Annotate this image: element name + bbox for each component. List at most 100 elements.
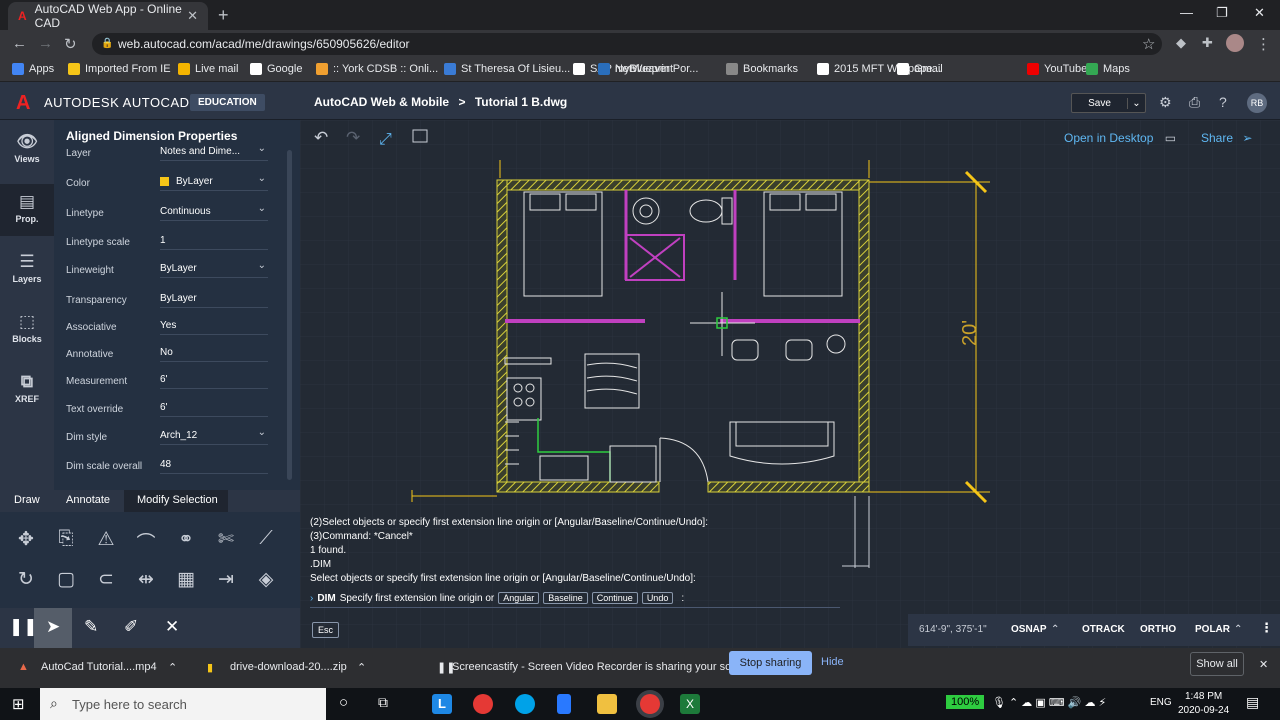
reload-icon[interactable]: ↻ <box>64 35 77 53</box>
new-tab-icon[interactable]: + <box>218 5 229 26</box>
rail-item-layers[interactable]: ☰ Layers <box>0 252 54 284</box>
show-all-button[interactable]: Show all <box>1190 652 1244 676</box>
download-item-zip[interactable]: drive-download-20....zip <box>230 661 347 673</box>
bookmark-0[interactable]: Apps <box>12 63 54 75</box>
pen-icon[interactable]: ✎ <box>84 617 98 637</box>
close-window-icon[interactable]: ✕ <box>1254 5 1265 21</box>
back-icon[interactable]: ← <box>12 35 27 52</box>
edge-icon[interactable] <box>515 694 535 714</box>
more-icon[interactable]: ⋮ <box>1260 620 1273 636</box>
extend-icon[interactable]: ⇥ <box>214 568 238 591</box>
prop-value-9[interactable]: 6' <box>160 402 268 417</box>
prop-value-2[interactable]: Continuous <box>160 203 268 221</box>
otrack-toggle[interactable]: OTRACK <box>1082 624 1125 635</box>
command-option-baseline[interactable]: Baseline <box>543 592 588 604</box>
document-icon[interactable] <box>557 694 571 714</box>
save-dropdown-icon[interactable]: ⌄ <box>1127 97 1145 109</box>
bookmark-4[interactable]: :: York CDSB :: Onli... <box>316 63 438 75</box>
battery-indicator[interactable]: 100% <box>946 695 985 709</box>
puzzle-icon[interactable]: ✚ <box>1202 35 1213 51</box>
breadcrumb-product[interactable]: AutoCAD Web & Mobile <box>314 95 449 109</box>
close-mode-icon[interactable]: ✕ <box>165 617 179 637</box>
bookmark-11[interactable]: YouTube <box>1027 63 1087 75</box>
move-icon[interactable]: ✥ <box>14 528 38 551</box>
share-button[interactable]: Share ➢ <box>1201 131 1252 145</box>
prop-value-1[interactable]: ByLayer <box>160 173 268 191</box>
prop-value-0[interactable]: Notes and Dime... <box>160 143 268 161</box>
maximize-icon[interactable]: ❐ <box>1216 5 1228 21</box>
prop-value-3[interactable]: 1 <box>160 235 268 250</box>
command-option-angular[interactable]: Angular <box>498 592 540 604</box>
esc-button[interactable]: Esc <box>312 622 340 638</box>
offset-curve-icon[interactable]: ⊂ <box>94 568 118 591</box>
stretch-icon[interactable]: ⇹ <box>134 568 158 591</box>
excel-icon[interactable]: X <box>680 694 700 714</box>
taskbar-clock[interactable]: 1:48 PM 2020-09-24 <box>1178 690 1229 718</box>
user-avatar[interactable]: RB <box>1247 93 1267 113</box>
file-explorer-icon[interactable] <box>597 694 617 714</box>
pause-icon[interactable]: ❚❚ <box>9 617 38 637</box>
close-tab-icon[interactable]: ✕ <box>187 8 198 24</box>
ortho-toggle[interactable]: ORTHO <box>1140 624 1176 635</box>
bookmark-12[interactable]: Maps <box>1086 63 1130 75</box>
fillet-icon[interactable]: ⌒ <box>134 528 158 555</box>
tab-annotate[interactable]: Annotate <box>66 494 110 506</box>
rail-item-blocks[interactable]: ⬚ Blocks <box>0 312 54 344</box>
polar-toggle[interactable]: POLAR <box>1195 624 1230 635</box>
bookmark-8[interactable]: Bookmarks <box>726 63 798 75</box>
tray-icons[interactable]: 🎙 ⌃ ☁ ▣ ⌨ 🔊 ☁ ⚡ <box>992 696 1106 709</box>
rotate-icon[interactable]: ↻ <box>14 568 38 591</box>
rail-item-views[interactable]: 👁 Views <box>0 132 54 164</box>
chrome-active-icon[interactable] <box>640 694 660 714</box>
tab-draw[interactable]: Draw <box>14 494 40 506</box>
command-line[interactable]: › DIM Specify first extension line origi… <box>310 589 840 608</box>
save-button[interactable]: Save ⌄ <box>1071 93 1146 113</box>
download-item-mp4[interactable]: AutoCad Tutorial....mp4 <box>41 661 157 673</box>
minimize-icon[interactable]: — <box>1180 5 1193 20</box>
download-chevron-icon-2[interactable]: ⌃ <box>357 661 366 674</box>
rail-item-xref[interactable]: ⧉ XREF <box>0 372 54 404</box>
print-icon[interactable]: ⎙ <box>1189 94 1200 111</box>
prop-value-4[interactable]: ByLayer <box>160 260 268 278</box>
bookmark-1[interactable]: Imported From IE <box>68 63 171 75</box>
browser-tab[interactable]: A AutoCAD Web App - Online CAD ✕ <box>8 2 208 30</box>
properties-match-icon[interactable]: ▦ <box>174 568 198 591</box>
help-icon[interactable]: ? <box>1219 94 1227 110</box>
osnap-chevron-icon[interactable]: ⌃ <box>1051 624 1059 635</box>
bookmark-3[interactable]: Google <box>250 63 302 75</box>
prop-value-5[interactable]: ByLayer <box>160 293 268 308</box>
prop-value-8[interactable]: 6' <box>160 374 268 389</box>
copy-icon[interactable]: ⎘ <box>54 528 78 550</box>
scale-icon[interactable]: ▢ <box>54 568 78 591</box>
url-input[interactable]: 🔒 web.autocad.com/acad/me/drawings/65090… <box>92 33 1162 55</box>
command-option-continue[interactable]: Continue <box>591 592 638 604</box>
rail-item-prop[interactable]: ▤ Prop. <box>0 192 54 224</box>
star-icon[interactable]: ☆ <box>1142 35 1155 53</box>
task-view-icon[interactable]: ⧉ <box>378 694 388 711</box>
mirror-icon[interactable]: ⚠ <box>94 528 118 551</box>
taskbar-search[interactable]: ⌕ Type here to search <box>40 688 326 720</box>
group-icon[interactable]: ⚭ <box>174 528 198 551</box>
hide-button[interactable]: Hide <box>821 656 844 668</box>
chrome-icon[interactable] <box>473 694 493 714</box>
bookmark-5[interactable]: St Theresa Of Lisieu... <box>444 63 570 75</box>
profile-avatar[interactable] <box>1226 34 1244 52</box>
language-indicator[interactable]: ENG <box>1150 697 1172 708</box>
polar-chevron-icon[interactable]: ⌃ <box>1234 624 1242 635</box>
command-option-undo[interactable]: Undo <box>641 592 674 604</box>
marker-icon[interactable]: ✐ <box>124 617 138 637</box>
stop-sharing-button[interactable]: Stop sharing <box>729 651 812 675</box>
block-icon[interactable]: ◈ <box>254 568 278 591</box>
trim-icon[interactable]: ✄ <box>214 528 238 551</box>
properties-scrollbar[interactable] <box>287 150 292 480</box>
cortana-icon[interactable]: ○ <box>339 694 348 711</box>
bookmark-7[interactable]: myBlueprint <box>598 63 673 75</box>
tab-modify-selection[interactable]: Modify Selection <box>137 494 218 506</box>
osnap-toggle[interactable]: OSNAP <box>1011 624 1047 635</box>
settings-gear-icon[interactable]: ⚙ <box>1159 94 1172 111</box>
prop-value-10[interactable]: Arch_12 <box>160 427 268 445</box>
bookmark-10[interactable]: Gmail <box>897 63 943 75</box>
forward-icon[interactable]: → <box>38 35 53 52</box>
notification-icon[interactable]: ▤ <box>1246 694 1259 711</box>
close-download-bar-icon[interactable]: ✕ <box>1259 658 1268 671</box>
